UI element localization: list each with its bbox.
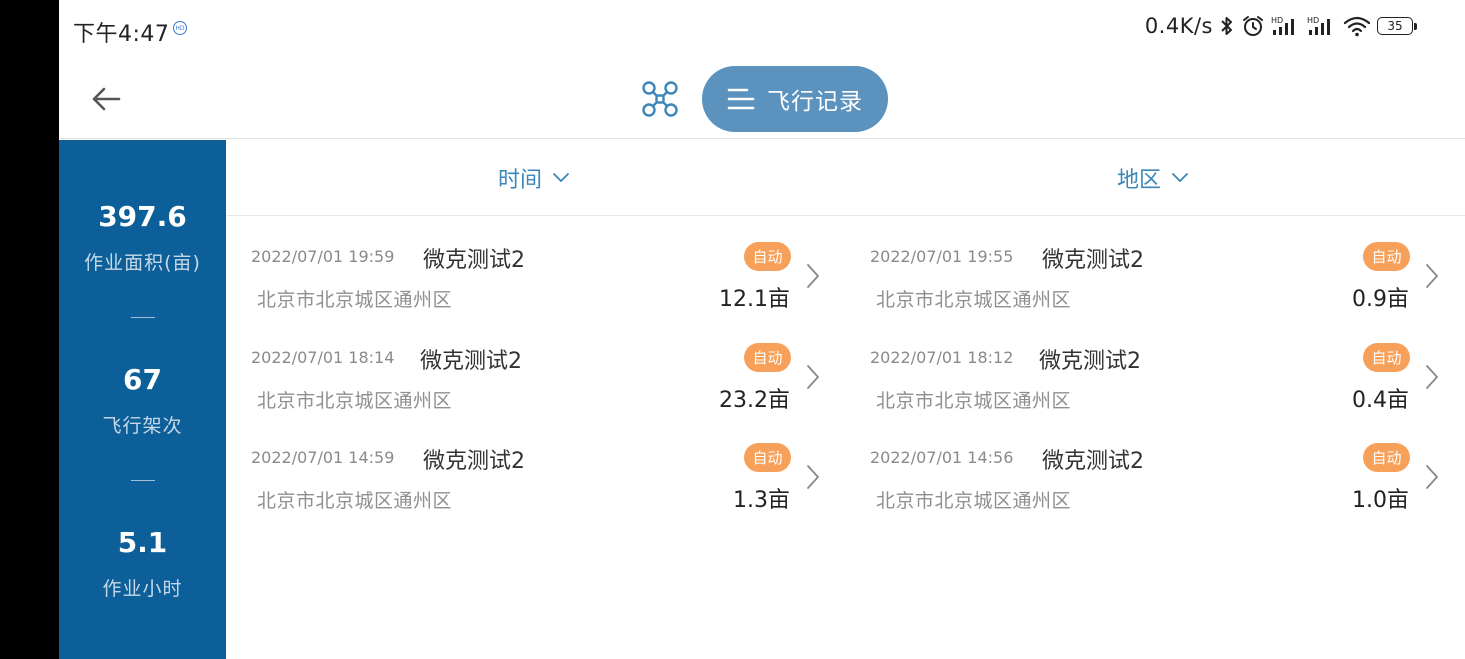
record-date: 2022/07/01 14:59 [251, 448, 395, 467]
mode-badge: 自动 [744, 343, 791, 372]
record-area: 0.4亩 [1352, 388, 1409, 413]
flight-records-label: 飞行记录 [767, 89, 863, 115]
record-name: 微克测试2 [1042, 449, 1144, 474]
flight-record-item[interactable]: 2022/07/01 19:55 微克测试2 自动 北京市北京城区通州区 0.9… [847, 225, 1447, 317]
svg-text:HD: HD [1307, 16, 1319, 25]
hours-label: 作业小时 [102, 578, 183, 600]
flight-record-item[interactable]: 2022/07/01 14:59 微克测试2 自动 北京市北京城区通州区 1.3… [228, 426, 828, 518]
time-filter[interactable]: 时间 [498, 140, 570, 216]
back-button[interactable] [89, 82, 123, 116]
flights-label: 飞行架次 [102, 415, 183, 437]
chevron-right-icon [807, 465, 819, 489]
flight-record-item[interactable]: 2022/07/01 18:12 微克测试2 自动 北京市北京城区通州区 0.4… [847, 326, 1447, 418]
region-filter-label: 地区 [1117, 168, 1162, 193]
svg-text:HD: HD [1271, 16, 1283, 25]
chevron-right-icon [1426, 264, 1438, 288]
record-date: 2022/07/01 19:59 [251, 247, 395, 266]
stats-panel: 397.6 作业面积(亩) 67 飞行架次 5.1 作业小时 [59, 140, 226, 659]
record-area: 23.2亩 [719, 388, 790, 413]
bluetooth-icon [1221, 17, 1232, 35]
header-bar: 飞行记录 [59, 58, 1465, 139]
area-label: 作业面积(亩) [84, 252, 201, 274]
record-area: 0.9亩 [1352, 287, 1409, 312]
chevron-right-icon [807, 365, 819, 389]
stat-divider [131, 317, 155, 318]
signal-2-icon: HD [1307, 16, 1330, 35]
stat-divider [131, 480, 155, 481]
record-area: 12.1亩 [719, 287, 790, 312]
status-bar: 下午4:47 HD 0.4K/s HD HD 35 [59, 0, 1465, 58]
mode-badge: 自动 [1363, 343, 1410, 372]
mode-badge: 自动 [1363, 242, 1410, 271]
flight-record-item[interactable]: 2022/07/01 19:59 微克测试2 自动 北京市北京城区通州区 12.… [228, 225, 828, 317]
status-icons: 0.4K/s HD HD 35 [1145, 14, 1417, 38]
filter-bar: 时间 地区 [227, 140, 1465, 216]
chevron-right-icon [807, 264, 819, 288]
area-value: 397.6 [98, 200, 187, 233]
record-date: 2022/07/01 14:56 [870, 448, 1014, 467]
mode-badge: 自动 [744, 242, 791, 271]
record-address: 北京市北京城区通州区 [257, 490, 453, 512]
net-speed: 0.4K/s [1144, 14, 1213, 38]
signal-1-icon: HD [1271, 16, 1294, 35]
wifi-icon [1343, 16, 1371, 37]
record-name: 微克测试2 [423, 248, 525, 273]
record-date: 2022/07/01 18:14 [251, 348, 395, 367]
battery-level: 35 [1377, 17, 1413, 35]
mode-badge: 自动 [1363, 443, 1410, 472]
drone-icon[interactable] [641, 80, 679, 118]
record-address: 北京市北京城区通州区 [876, 390, 1072, 412]
region-filter[interactable]: 地区 [1117, 140, 1189, 216]
menu-lines-icon [727, 88, 755, 110]
chevron-right-icon [1426, 465, 1438, 489]
record-date: 2022/07/01 18:12 [870, 348, 1014, 367]
record-name: 微克测试2 [1039, 349, 1141, 374]
record-name: 微克测试2 [1042, 248, 1144, 273]
record-address: 北京市北京城区通州区 [257, 289, 453, 311]
record-area: 1.3亩 [733, 488, 790, 513]
flight-record-item[interactable]: 2022/07/01 14:56 微克测试2 自动 北京市北京城区通州区 1.0… [847, 426, 1447, 518]
chevron-down-icon [1172, 173, 1188, 182]
hd-icon: HD [173, 21, 187, 35]
record-name: 微克测试2 [420, 349, 522, 374]
mode-badge: 自动 [744, 443, 791, 472]
app-screen: 下午4:47 HD 0.4K/s HD HD 35 飞行记录 397.6 作业面… [59, 0, 1465, 659]
chevron-right-icon [1426, 365, 1438, 389]
record-area: 1.0亩 [1352, 488, 1409, 513]
hours-value: 5.1 [117, 526, 168, 559]
record-address: 北京市北京城区通州区 [876, 289, 1072, 311]
alarm-icon [1243, 16, 1263, 36]
flight-records-tab[interactable]: 飞行记录 [702, 66, 888, 132]
flight-record-item[interactable]: 2022/07/01 18:14 微克测试2 自动 北京市北京城区通州区 23.… [228, 326, 828, 418]
time-filter-label: 时间 [498, 168, 543, 193]
status-time: 下午4:47 [73, 22, 170, 47]
record-address: 北京市北京城区通州区 [257, 390, 453, 412]
chevron-down-icon [553, 173, 569, 182]
record-date: 2022/07/01 19:55 [870, 247, 1014, 266]
record-address: 北京市北京城区通州区 [876, 490, 1072, 512]
record-name: 微克测试2 [423, 449, 525, 474]
flights-value: 67 [123, 363, 162, 396]
battery-icon: 35 [1377, 17, 1417, 35]
